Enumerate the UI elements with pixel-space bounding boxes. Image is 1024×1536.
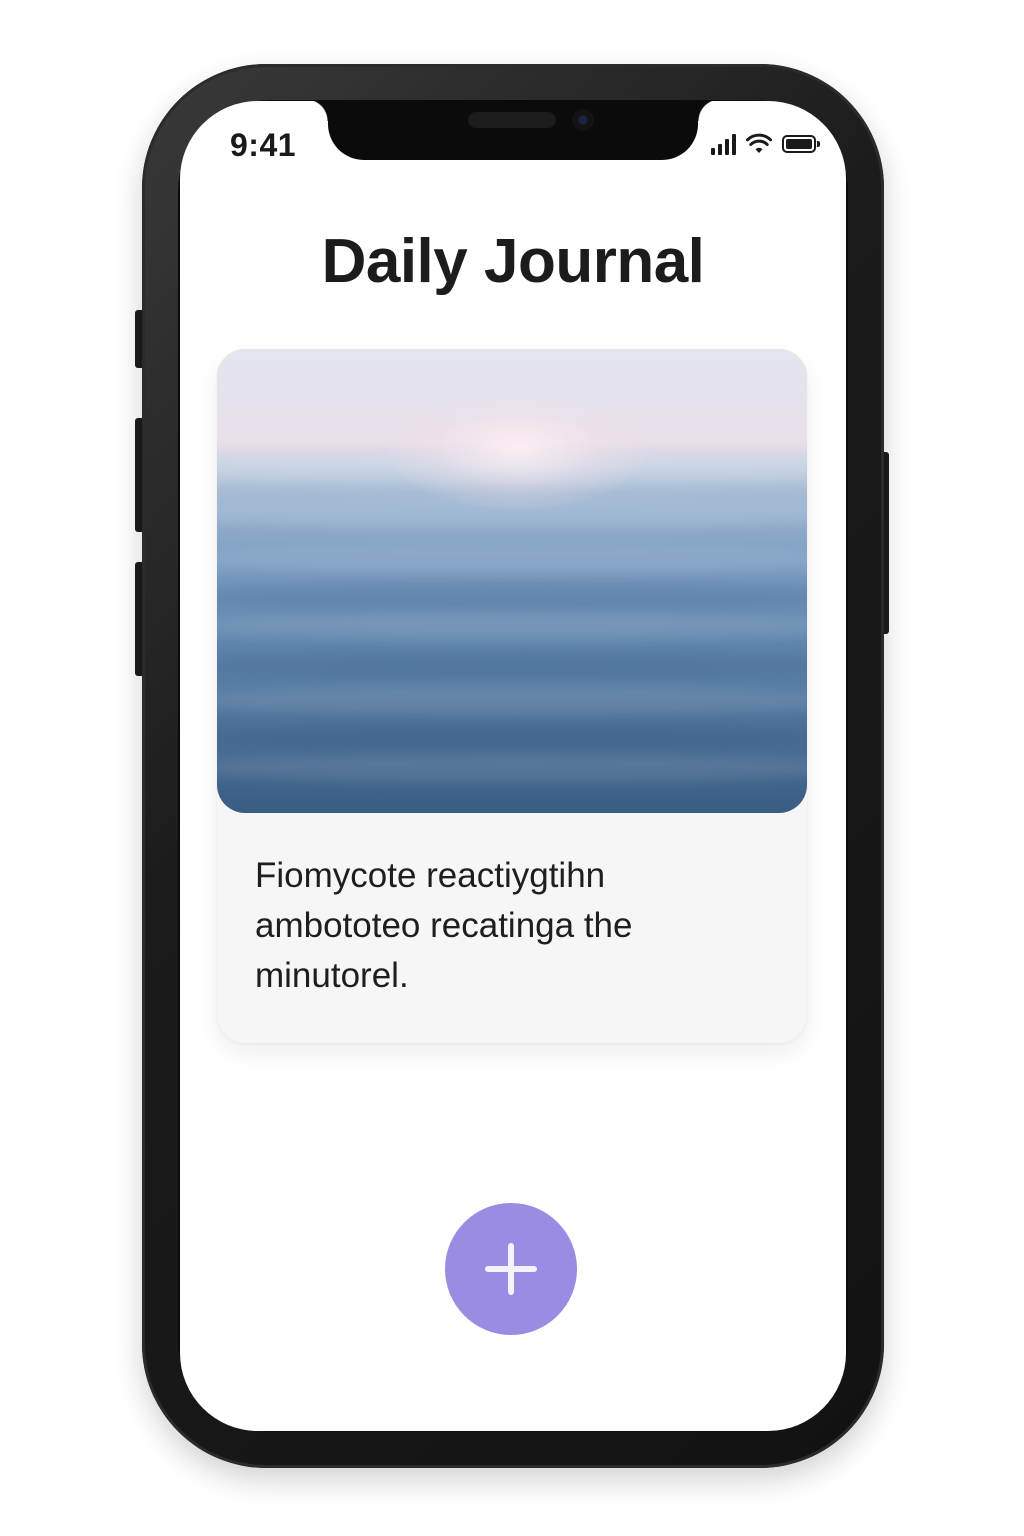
status-icons — [711, 133, 820, 155]
speaker-grille — [468, 112, 556, 128]
cellular-signal-icon — [711, 133, 736, 155]
journal-entry-card[interactable]: Fiomycote reactiygtihn ambototeo recatin… — [217, 349, 807, 1043]
phone-screen: 9:41 Daily Journal Fiomycote reactiygtih… — [180, 101, 846, 1431]
front-camera-icon — [572, 109, 594, 131]
page-title: Daily Journal — [321, 227, 705, 296]
plus-icon — [485, 1243, 537, 1295]
entry-text: Fiomycote reactiygtihn ambototeo recatin… — [255, 856, 633, 995]
battery-full-icon — [782, 135, 820, 153]
page: 9:41 Daily Journal Fiomycote reactiygtih… — [0, 0, 1024, 1536]
add-entry-button[interactable] — [445, 1203, 577, 1335]
status-time: 9:41 — [230, 127, 297, 163]
ocean-photo — [217, 349, 807, 813]
notch — [306, 101, 720, 160]
wifi-icon — [746, 133, 772, 153]
